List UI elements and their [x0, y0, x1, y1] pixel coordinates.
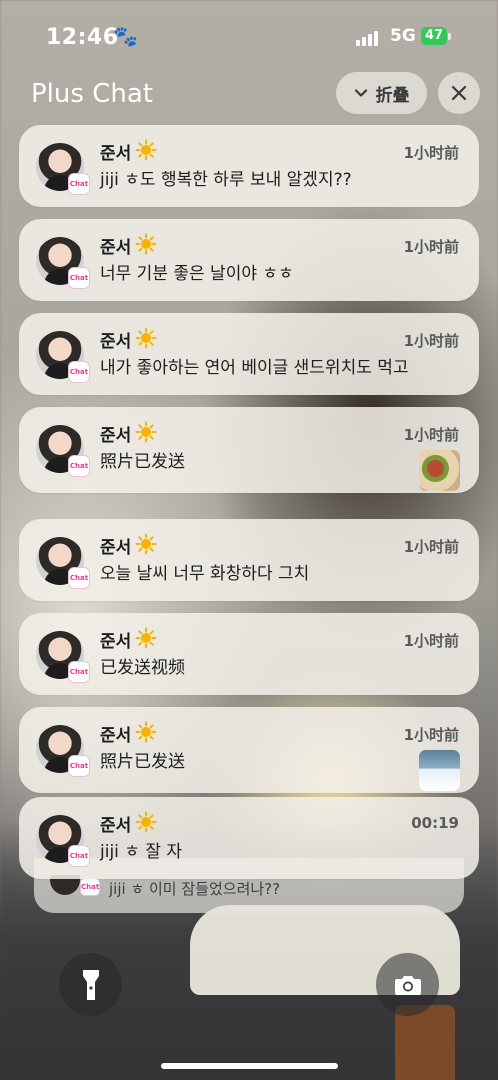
notification-card[interactable]: Chat 준서 jiji ㅎ 잘 자 00:19: [19, 797, 479, 879]
close-button[interactable]: [438, 72, 480, 114]
notification-sender: 준서: [100, 726, 132, 746]
app-badge-icon: Chat: [68, 267, 90, 289]
notification-message: jiji ㅎ 이미 잠들었으려나??: [109, 880, 281, 898]
battery-tip: [448, 33, 451, 40]
notification-time: 1小时前: [403, 426, 459, 444]
photo-thumbnail: [419, 450, 460, 491]
network-type: 5G: [390, 26, 416, 46]
notification-time: 1小时前: [403, 726, 459, 744]
home-indicator[interactable]: [161, 1063, 338, 1069]
flashlight-button[interactable]: [59, 953, 122, 1016]
app-badge-icon: Chat: [68, 845, 90, 867]
notification-time: 1小时前: [403, 238, 459, 256]
notification-time: 1小时前: [403, 538, 459, 556]
notification-time: 1小时前: [403, 332, 459, 350]
notification-card[interactable]: Chat 준서 너무 기분 좋은 날이야 ㅎㅎ 1小时前: [19, 219, 479, 301]
collapse-button[interactable]: 折叠: [336, 72, 427, 114]
notification-card[interactable]: Chat 준서 내가 좋아하는 연어 베이글 샌드위치도 먹고 1小时前: [19, 313, 479, 395]
notification-sender: 준서: [100, 426, 132, 446]
battery-icon: 47: [421, 27, 447, 45]
notification-sender: 준서: [100, 632, 132, 652]
sun-icon: [135, 233, 157, 255]
notification-group-title: Plus Chat: [31, 79, 153, 109]
notification-card[interactable]: Chat 준서 照片已发送 1小时前: [19, 407, 479, 493]
notification-sender: 준서: [100, 144, 132, 164]
notification-card[interactable]: Chat 준서 已发送视频 1小时前: [19, 613, 479, 695]
app-badge-icon: Chat: [68, 455, 90, 477]
camera-icon: [394, 975, 421, 995]
sun-icon: [135, 721, 157, 743]
sun-icon: [135, 421, 157, 443]
status-bar: 12:46 🐾 5G 47: [0, 0, 498, 70]
flashlight-icon: [82, 969, 99, 1000]
notification-sender: 준서: [100, 332, 132, 352]
wallpaper-stool: [395, 1005, 455, 1080]
notification-time: 1小时前: [403, 144, 459, 162]
notification-message: 너무 기분 좋은 날이야 ㅎㅎ: [100, 264, 294, 284]
notification-card[interactable]: Chat 준서 照片已发送 1小时前: [19, 707, 479, 793]
notification-time: 1小时前: [403, 632, 459, 650]
notification-message: 照片已发送: [100, 752, 185, 772]
app-badge-icon: Chat: [68, 173, 90, 195]
sun-icon: [135, 627, 157, 649]
notification-sender: 준서: [100, 238, 132, 258]
close-icon: [451, 85, 467, 101]
camera-button[interactable]: [376, 953, 439, 1016]
app-badge-icon: Chat: [68, 361, 90, 383]
collapse-label: 折叠: [375, 85, 410, 106]
signal-icon: [356, 28, 382, 46]
notification-card[interactable]: Chat 준서 jiji ㅎ도 행복한 하루 보내 알겠지?? 1小时前: [19, 125, 479, 207]
app-badge-icon: Chat: [68, 567, 90, 589]
sun-icon: [135, 811, 157, 833]
chevron-down-icon: [354, 89, 367, 97]
app-badge-icon: Chat: [68, 661, 90, 683]
sun-icon: [135, 327, 157, 349]
notification-sender: 준서: [100, 816, 132, 836]
notification-message: jiji ㅎ 잘 자: [100, 842, 183, 862]
notification-sender: 준서: [100, 538, 132, 558]
notification-message: 照片已发送: [100, 452, 185, 472]
paw-icon: 🐾: [113, 24, 138, 48]
app-badge-icon: Chat: [68, 755, 90, 777]
app-badge-icon: Chat: [80, 878, 100, 896]
notification-card[interactable]: Chat 준서 오늘 날씨 너무 화창하다 그치 1小时前: [19, 519, 479, 601]
sun-icon: [135, 139, 157, 161]
notification-message: 오늘 날씨 너무 화창하다 그치: [100, 564, 310, 584]
battery-level: 47: [424, 28, 444, 43]
photo-thumbnail: [419, 750, 460, 791]
notification-message: 已发送视频: [100, 658, 185, 678]
notification-message: jiji ㅎ도 행복한 하루 보내 알겠지??: [100, 170, 352, 190]
clock: 12:46: [46, 25, 119, 50]
notification-time: 00:19: [411, 814, 459, 832]
sun-icon: [135, 533, 157, 555]
notification-message: 내가 좋아하는 연어 베이글 샌드위치도 먹고: [100, 358, 409, 378]
